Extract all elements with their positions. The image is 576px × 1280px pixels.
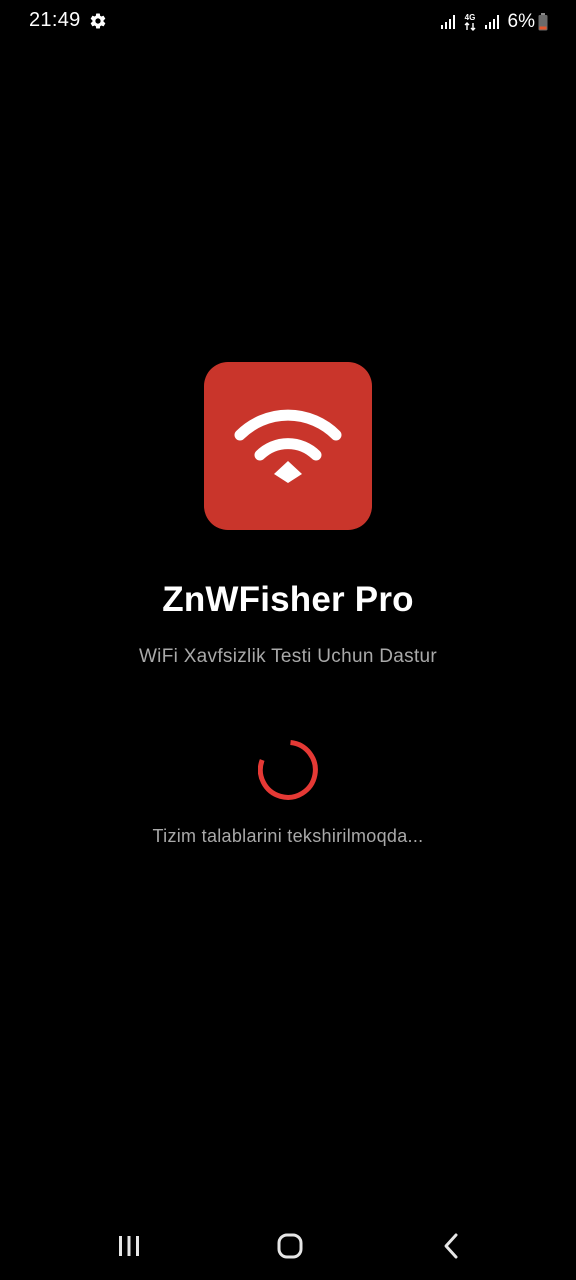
recents-icon <box>119 1236 139 1256</box>
app-logo <box>204 362 372 530</box>
wifi-icon <box>234 409 342 483</box>
signal-icon <box>440 14 456 30</box>
loading-spinner <box>257 740 318 800</box>
recents-button[interactable] <box>105 1222 153 1270</box>
status-time: 21:49 <box>29 9 81 31</box>
back-button[interactable] <box>427 1222 475 1270</box>
loading-message: Tizim talablarini tekshirilmoqda... <box>152 826 424 846</box>
status-bar: 21:49 4G 6% <box>0 0 576 44</box>
battery-percent: 6% <box>507 11 535 32</box>
home-icon <box>277 1233 303 1259</box>
network-type-label: 4G <box>464 13 475 22</box>
splash-screen: 21:49 4G 6% ZnWFisher Pro WiFi Xavfsizli… <box>0 0 576 1280</box>
battery-icon <box>538 13 548 31</box>
signal-icon <box>484 14 500 30</box>
network-4g-icon: 4G <box>462 12 478 32</box>
gear-icon <box>89 12 107 30</box>
app-title: ZnWFisher Pro <box>162 580 414 619</box>
home-button[interactable] <box>266 1222 314 1270</box>
back-icon <box>444 1233 458 1259</box>
navigation-bar <box>0 1220 576 1280</box>
status-indicators: 4G 6% <box>440 10 548 34</box>
app-subtitle: WiFi Xavfsizlik Testi Uchun Dastur <box>138 646 438 667</box>
